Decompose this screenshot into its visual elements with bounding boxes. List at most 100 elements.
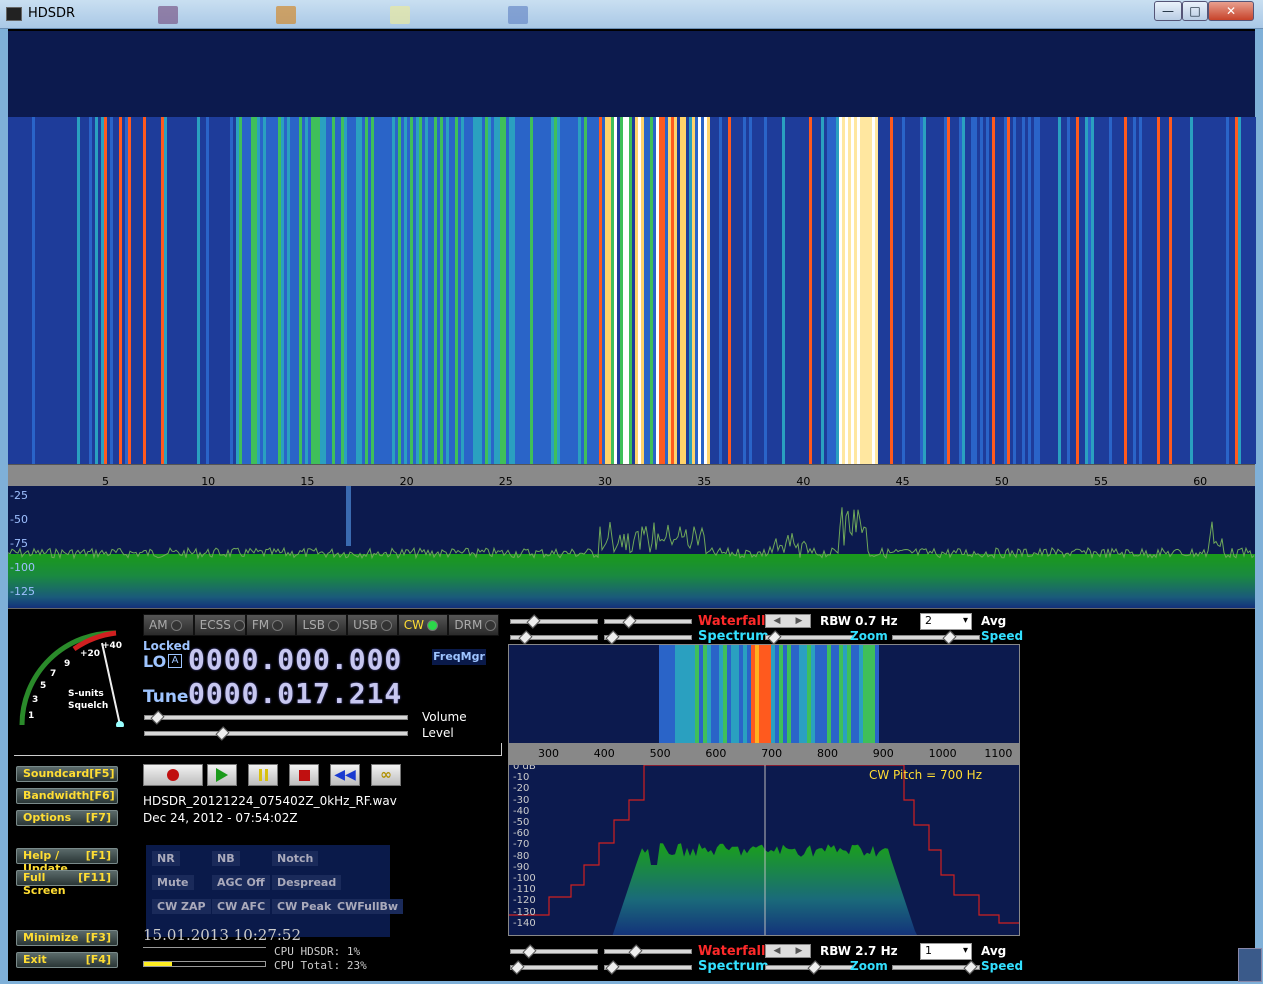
agc-button[interactable]: AGC Off: [212, 875, 270, 890]
tune-marker[interactable]: [346, 486, 351, 546]
speed-label-2: Speed: [981, 959, 1024, 973]
resize-grip-icon[interactable]: [1238, 948, 1262, 982]
spectrum-brightness-slider-2[interactable]: [604, 960, 692, 975]
speed-slider[interactable]: [892, 630, 980, 645]
slider-thumb[interactable]: [518, 630, 533, 645]
slider-thumb[interactable]: [605, 960, 620, 975]
taskbar-icon[interactable]: [276, 6, 296, 24]
audio-frequency-scale[interactable]: 300 400 500 600 700 800 900 1000 1100: [508, 744, 1020, 764]
waterfall-brightness-slider[interactable]: [604, 614, 692, 629]
mode-lsb[interactable]: LSB: [296, 614, 348, 636]
frequency-scale[interactable]: 5 10 15 20 25 30 35 40 45 50 55 60: [8, 464, 1255, 488]
help-update-button[interactable]: Help / Update [F1]: [16, 848, 118, 875]
waterfall-arrows[interactable]: ◀ ▶: [765, 614, 811, 628]
waterfall-arrows-2[interactable]: ◀ ▶: [765, 944, 811, 958]
freqmgr-button[interactable]: FreqMgr: [432, 649, 486, 665]
slider-thumb[interactable]: [522, 944, 537, 959]
zoom-slider[interactable]: [765, 630, 853, 645]
recording-date: Dec 24, 2012 - 07:54:02Z: [143, 811, 298, 825]
mode-am[interactable]: AM: [143, 614, 194, 636]
audio-db-label: -50: [513, 817, 530, 828]
mode-cw[interactable]: CW: [397, 614, 449, 636]
app-icon: [6, 7, 22, 21]
exit-button[interactable]: Exit [F4]: [16, 952, 118, 968]
tune-frequency-display[interactable]: 0000.017.214: [188, 677, 402, 710]
rf-waterfall[interactable]: [8, 117, 1256, 464]
rewind-button[interactable]: ◀◀: [330, 764, 360, 786]
lo-frequency-display[interactable]: 0000.000.000: [188, 643, 402, 676]
mode-ecss[interactable]: ECSS: [193, 614, 246, 636]
soundcard-button[interactable]: Soundcard [F5]: [16, 766, 118, 782]
slider-thumb[interactable]: [767, 630, 782, 645]
audio-waterfall-column: [875, 645, 879, 743]
s-meter-tick: 1: [28, 711, 35, 721]
level-slider[interactable]: [144, 726, 408, 741]
full-screen-button[interactable]: Full Screen [F11]: [16, 870, 118, 897]
bandwidth-button[interactable]: Bandwidth [F6]: [16, 788, 118, 804]
record-button[interactable]: [143, 764, 203, 786]
rbw-label: RBW 0.7 Hz: [820, 614, 898, 628]
nb-button[interactable]: NB: [212, 851, 240, 866]
maximize-button[interactable]: □: [1182, 1, 1208, 21]
volume-slider[interactable]: [144, 710, 408, 725]
slider-thumb[interactable]: [150, 710, 165, 725]
hz-tick-label: 400: [593, 747, 615, 760]
audio-waterfall[interactable]: [508, 644, 1020, 744]
rf-spectrum[interactable]: -25 -50 -75 -100 -125: [8, 486, 1255, 609]
waterfall-contrast-slider[interactable]: [510, 614, 598, 629]
lo-locked-label: Locked: [143, 639, 191, 653]
hz-tick-label: 300: [538, 747, 559, 760]
cpu-load-fill: [144, 962, 172, 966]
despread-button[interactable]: Despread: [272, 875, 342, 890]
audio-db-label: -40: [513, 805, 530, 817]
loop-button[interactable]: ∞: [371, 764, 401, 786]
mode-usb[interactable]: USB: [347, 614, 398, 636]
db-tick-label: -50: [10, 513, 28, 526]
play-icon: [216, 768, 228, 782]
spectrum-brightness-slider[interactable]: [604, 630, 692, 645]
mode-indicator-icon: [380, 619, 392, 631]
taskbar-icon[interactable]: [390, 6, 410, 24]
slider-thumb[interactable]: [622, 614, 637, 629]
stop-button[interactable]: [289, 764, 319, 786]
spectrum-contrast-slider-2[interactable]: [510, 960, 598, 975]
mode-fm[interactable]: FM: [245, 614, 297, 636]
waterfall-brightness-slider-2[interactable]: [604, 944, 692, 959]
cw-fullbw-button[interactable]: CWFullBw: [332, 899, 404, 914]
slider-thumb[interactable]: [510, 960, 525, 975]
minimize-app-button[interactable]: Minimize [F3]: [16, 930, 118, 946]
avg-select-2[interactable]: 1: [920, 943, 972, 960]
speed-slider-2[interactable]: [892, 960, 980, 975]
divider: [143, 947, 266, 948]
options-button[interactable]: Options [F7]: [16, 810, 118, 826]
mode-drm[interactable]: DRM: [448, 614, 500, 636]
spectrum-contrast-slider[interactable]: [510, 630, 598, 645]
waterfall-column: [1253, 117, 1256, 464]
close-button[interactable]: ✕: [1208, 1, 1254, 21]
slider-thumb[interactable]: [526, 614, 541, 629]
audio-spectrum[interactable]: CW Pitch = 700 Hz 0 dB -10 -20 -30 -40 -50 -60…: [508, 764, 1020, 936]
cw-peak-button[interactable]: CW Peak: [272, 899, 337, 914]
minimize-button[interactable]: —: [1154, 1, 1182, 21]
notch-button[interactable]: Notch: [272, 851, 319, 866]
pause-button[interactable]: [248, 764, 278, 786]
cw-zap-button[interactable]: CW ZAP: [152, 899, 211, 914]
mute-button[interactable]: Mute: [152, 875, 194, 890]
slider-thumb[interactable]: [963, 960, 978, 975]
hz-tick-label: 1100: [984, 747, 1013, 760]
lo-auto-badge[interactable]: A: [168, 654, 182, 668]
slider-thumb[interactable]: [942, 630, 957, 645]
s-meter-tick: 7: [50, 669, 57, 679]
taskbar-icon[interactable]: [158, 6, 178, 24]
slider-thumb[interactable]: [215, 726, 230, 741]
avg-select[interactable]: 2: [920, 613, 972, 630]
slider-thumb[interactable]: [628, 944, 643, 959]
cw-afc-button[interactable]: CW AFC: [212, 899, 271, 914]
waterfall-contrast-slider-2[interactable]: [510, 944, 598, 959]
play-button[interactable]: [207, 764, 237, 786]
slider-thumb[interactable]: [807, 960, 822, 975]
nr-button[interactable]: NR: [152, 851, 180, 866]
taskbar-icon[interactable]: [508, 6, 528, 24]
zoom-slider-2[interactable]: [765, 960, 853, 975]
slider-thumb[interactable]: [605, 630, 620, 645]
